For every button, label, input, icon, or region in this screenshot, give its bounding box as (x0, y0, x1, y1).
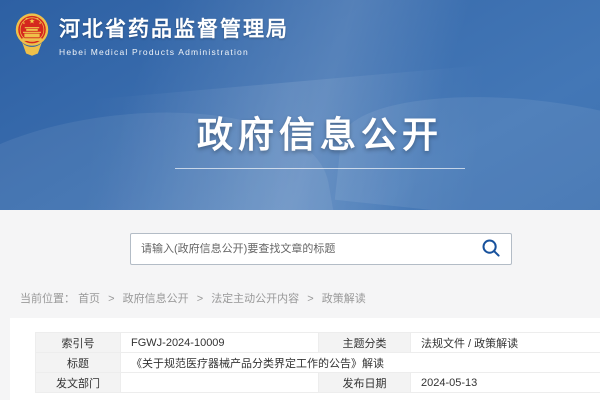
document-info-card: 索引号 FGWJ-2024-10009 主题分类 法规文件 / 政策解读 标题 … (10, 318, 600, 400)
search-icon (481, 238, 501, 261)
index-number-label: 索引号 (36, 333, 121, 353)
site-logo[interactable]: 河北省药品监督管理局 Hebei Medical Products Admini… (14, 12, 289, 58)
breadcrumb-gov-info[interactable]: 政府信息公开 (123, 293, 189, 305)
publish-date-label: 发布日期 (319, 373, 411, 393)
table-row-index: 索引号 FGWJ-2024-10009 主题分类 法规文件 / 政策解读 (36, 333, 600, 353)
breadcrumb-policy-interpretation[interactable]: 政策解读 (322, 293, 366, 305)
table-row-title: 标题 《关于规范医疗器械产品分类界定工作的公告》解读 (36, 353, 600, 373)
org-name-en: Hebei Medical Products Administration (59, 47, 289, 57)
breadcrumb-label: 当前位置： (20, 293, 75, 305)
national-emblem-icon (14, 12, 50, 58)
topic-category-label: 主题分类 (319, 333, 411, 353)
search-input[interactable] (141, 243, 481, 255)
breadcrumb-separator: > (197, 293, 203, 305)
page-body: 当前位置： 首页 > 政府信息公开 > 法定主动公开内容 > 政策解读 索引号 … (0, 210, 600, 400)
breadcrumb-home[interactable]: 首页 (78, 293, 100, 305)
hero-banner: 河北省药品监督管理局 Hebei Medical Products Admini… (0, 0, 600, 210)
doc-title-label: 标题 (36, 353, 121, 373)
org-name-block: 河北省药品监督管理局 Hebei Medical Products Admini… (59, 13, 289, 57)
topic-category-value: 法规文件 / 政策解读 (411, 333, 600, 353)
breadcrumb-separator: > (307, 293, 313, 305)
org-name-cn: 河北省药品监督管理局 (59, 13, 289, 43)
breadcrumb: 当前位置： 首页 > 政府信息公开 > 法定主动公开内容 > 政策解读 (20, 290, 600, 306)
table-row-department: 发文部门 发布日期 2024-05-13 (36, 373, 600, 393)
publish-date-value: 2024-05-13 (411, 373, 600, 393)
page-title: 政府信息公开 (0, 106, 600, 158)
search-button[interactable] (481, 238, 501, 261)
breadcrumb-statutory-disclosure[interactable]: 法定主动公开内容 (211, 293, 299, 305)
index-number-value: FGWJ-2024-10009 (121, 333, 319, 353)
doc-title-value: 《关于规范医疗器械产品分类界定工作的公告》解读 (121, 353, 600, 373)
issuing-department-label: 发文部门 (36, 373, 121, 393)
title-underline (175, 168, 465, 169)
document-info-table: 索引号 FGWJ-2024-10009 主题分类 法规文件 / 政策解读 标题 … (35, 332, 600, 393)
issuing-department-value (121, 373, 319, 393)
breadcrumb-separator: > (108, 293, 114, 305)
search-bar (130, 233, 512, 265)
